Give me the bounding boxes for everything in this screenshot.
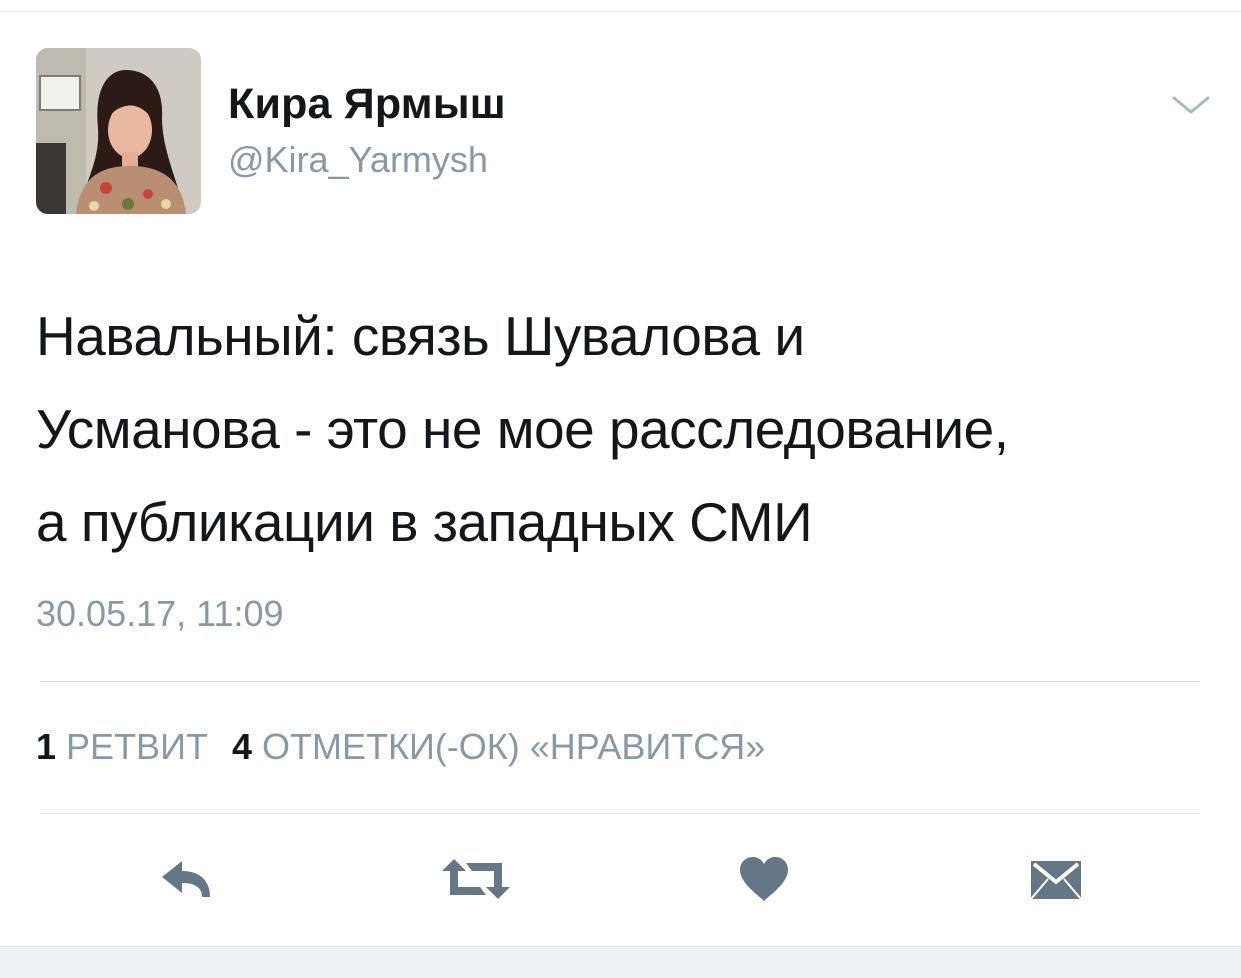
- top-border: [0, 11, 1241, 12]
- tweet-text: Навальный: связь Шувалова и Усманова - э…: [36, 290, 1216, 569]
- likes-count: 4: [231, 726, 252, 767]
- like-button[interactable]: [738, 855, 790, 903]
- direct-message-button[interactable]: [1028, 855, 1084, 903]
- tweet-text-line: Усманова - это не мое расследование,: [36, 398, 1009, 460]
- heart-icon: [740, 857, 788, 901]
- avatar-photo: [36, 48, 201, 214]
- divider: [40, 813, 1200, 814]
- tweet-text-line: а публикации в западных СМИ: [36, 491, 813, 553]
- retweet-count: 1: [36, 726, 57, 767]
- chevron-down-icon[interactable]: [1170, 90, 1212, 120]
- retweet-icon: [442, 859, 510, 899]
- likes-label: ОТМЕТКИ(-ОК) «НРАВИТСЯ»: [261, 726, 766, 767]
- retweet-stat[interactable]: 1 РЕТВИТ: [36, 726, 208, 767]
- retweet-button[interactable]: [440, 855, 512, 903]
- tweet-text-line: Навальный: связь Шувалова и: [36, 305, 805, 367]
- author-handle[interactable]: @Kira_Yarmysh: [228, 139, 488, 181]
- tweet-stats: 1 РЕТВИТ 4 ОТМЕТКИ(-ОК) «НРАВИТСЯ»: [36, 726, 765, 768]
- retweet-label: РЕТВИТ: [66, 726, 208, 767]
- tweet-timestamp[interactable]: 30.05.17, 11:09: [36, 593, 284, 635]
- likes-stat[interactable]: 4 ОТМЕТКИ(-ОК) «НРАВИТСЯ»: [232, 726, 765, 767]
- reply-button[interactable]: [158, 855, 214, 903]
- author-display-name[interactable]: Кира Ярмыш: [228, 80, 506, 129]
- avatar[interactable]: [36, 48, 201, 214]
- reply-icon: [162, 861, 210, 897]
- tweet-screen: Кира Ярмыш @Kira_Yarmysh Навальный: связ…: [0, 0, 1241, 978]
- envelope-icon: [1030, 861, 1082, 900]
- divider: [40, 681, 1200, 682]
- bottom-bar: [0, 946, 1241, 978]
